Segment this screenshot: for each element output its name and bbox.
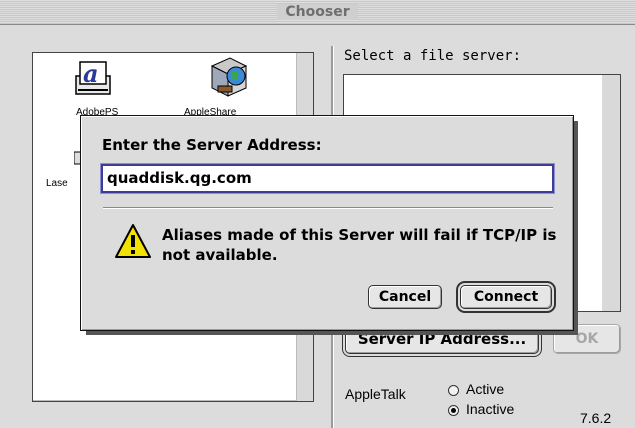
warning-triangle-icon — [114, 223, 152, 259]
dialog-prompt: Enter the Server Address: — [102, 136, 322, 154]
adobeps-printer-icon: a — [75, 59, 111, 95]
appletalk-label: AppleTalk — [345, 386, 406, 402]
version-label: 7.6.2 — [580, 410, 612, 426]
driver-label-laserwriter: Lase — [46, 178, 68, 189]
svg-text:a: a — [83, 59, 99, 88]
server-list-scrollbar[interactable] — [602, 74, 621, 312]
appleshare-server-icon — [210, 57, 248, 97]
dialog-separator — [103, 207, 553, 209]
server-list-label: Select a file server: — [344, 48, 522, 64]
cancel-button[interactable]: Cancel — [368, 285, 442, 309]
server-address-value: quaddisk.qg.com — [107, 169, 252, 187]
chooser-window: Chooser a AdobePS AppleShare Lase Select… — [0, 0, 635, 428]
window-title: Chooser — [0, 0, 635, 24]
appletalk-inactive-label: Inactive — [466, 401, 515, 417]
appletalk-active-radio[interactable] — [448, 385, 459, 396]
warning-message: Aliases made of this Server will fail if… — [162, 226, 557, 264]
radio-selected-dot — [451, 408, 456, 413]
driver-item-appleshare[interactable] — [206, 56, 250, 100]
connect-button[interactable]: Connect — [460, 285, 552, 309]
driver-item-adobeps[interactable]: a — [74, 58, 114, 98]
window-title-text: Chooser — [277, 4, 358, 20]
appletalk-active-label: Active — [466, 381, 505, 397]
appletalk-inactive-radio[interactable] — [448, 405, 459, 416]
